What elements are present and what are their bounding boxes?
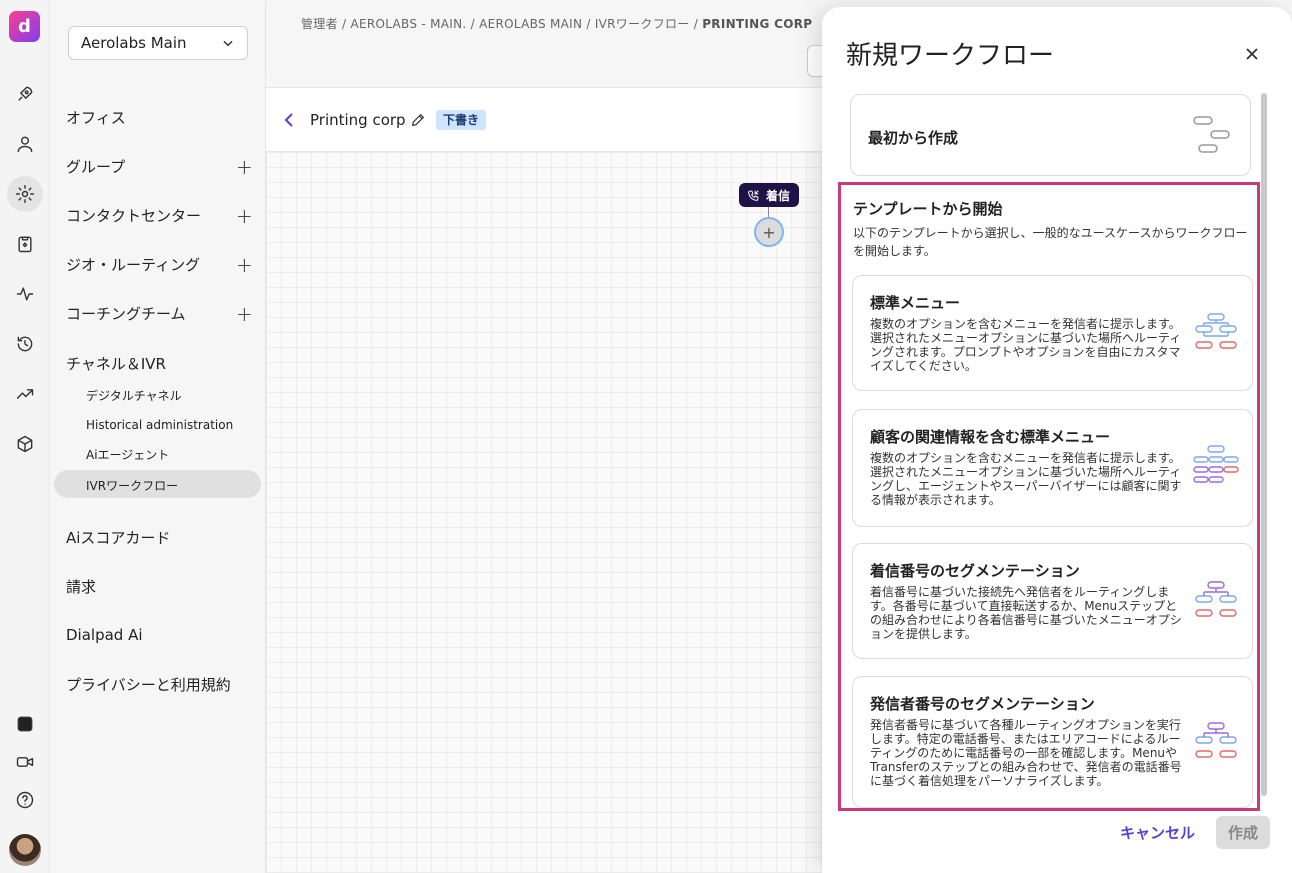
template-title: 顧客の関連情報を含む標準メニュー (870, 428, 1111, 446)
sidebar-item-groups[interactable]: グループ + (66, 155, 256, 179)
sidebar-item-dialpad-ai[interactable]: Dialpad Ai (66, 626, 256, 644)
user-avatar[interactable] (9, 834, 41, 866)
template-title: 着信番号のセグメンテーション (870, 562, 1080, 580)
segmentation-tree-icon (1195, 581, 1237, 617)
sidebar-subitem-digital-channels[interactable]: デジタルチャネル (86, 387, 182, 404)
status-badge: 下書き (436, 110, 487, 130)
template-card-dnis-segmentation[interactable]: 着信番号のセグメンテーション 着信番号に基づいた接続先へ発信者をルーティングしま… (852, 543, 1253, 659)
scratch-label: 最初から作成 (868, 129, 959, 147)
sidebar-subitem-ai-agent[interactable]: Aiエージェント (86, 446, 169, 463)
sidebar-subitem-historical-admin[interactable]: Historical administration (86, 418, 233, 432)
new-workflow-panel: 新規ワークフロー 最初から作成 テンプレートから開始 以下のテンプレートから選択… (822, 7, 1292, 873)
sidebar-item-office[interactable]: オフィス (66, 107, 256, 128)
breadcrumb-current: PRINTING CORP (702, 17, 813, 31)
template-section-desc: 以下のテンプレートから選択し、一般的なユースケースからワークフローを開始します。 (853, 226, 1248, 258)
sidebar-item-ai-scorecard[interactable]: Aiスコアカード (66, 527, 256, 548)
dialpad-ai-icon[interactable] (7, 706, 43, 742)
menu-tree-icon (1195, 313, 1237, 349)
sidebar-item-privacy[interactable]: プライバシーと利用規約 (66, 674, 256, 695)
add-coaching-team-icon[interactable]: + (236, 302, 253, 326)
customer-menu-tree-icon (1193, 445, 1239, 483)
incoming-node-label: 着信 (766, 188, 791, 203)
sidebar-item-channels-ivr[interactable]: チャネル＆IVR (66, 353, 256, 374)
create-button[interactable]: 作成 (1216, 816, 1270, 849)
rocket-icon[interactable] (7, 76, 43, 112)
template-desc: 発信者番号に基づいて各種ルーティングオプションを実行します。特定の電話番号、また… (870, 718, 1182, 788)
add-contact-center-icon[interactable]: + (236, 204, 253, 228)
cube-icon[interactable] (7, 426, 43, 462)
panel-title: 新規ワークフロー (846, 41, 1055, 71)
header-divider (265, 10, 266, 74)
template-desc: 複数のオプションを含むメニューを発信者に提示します。選択されたメニューオプション… (870, 317, 1182, 373)
cancel-button[interactable]: キャンセル (1120, 822, 1195, 843)
caller-segmentation-tree-icon (1195, 722, 1237, 758)
add-group-icon[interactable]: + (236, 155, 253, 179)
template-title: 発信者番号のセグメンテーション (870, 695, 1095, 713)
org-selector[interactable]: Aerolabs Main (68, 26, 248, 60)
edit-pencil-icon[interactable] (410, 112, 426, 128)
template-card-standard-menu[interactable]: 標準メニュー 複数のオプションを含むメニューを発信者に提示します。選択されたメニ… (852, 275, 1253, 391)
template-desc: 複数のオプションを含むメニューを発信者に提示します。選択されたメニューオプション… (870, 451, 1182, 507)
back-chevron-icon[interactable] (282, 110, 296, 130)
help-icon[interactable] (7, 782, 43, 818)
dialpad-logo-icon[interactable]: d (9, 11, 40, 42)
history-icon[interactable] (7, 326, 43, 362)
plus-icon: + (762, 222, 776, 242)
template-card-ani-segmentation[interactable]: 発信者番号のセグメンテーション 発信者番号に基づいて各種ルーティングオプションを… (852, 676, 1253, 808)
close-icon[interactable] (1243, 45, 1261, 63)
trending-up-icon[interactable] (7, 376, 43, 412)
settings-gear-icon[interactable] (7, 176, 43, 212)
template-title: 標準メニュー (870, 294, 961, 312)
add-geo-routing-icon[interactable]: + (236, 253, 253, 277)
template-desc: 着信番号に基づいた接続先へ発信者をルーティングします。各番号に基づいて直接転送す… (870, 585, 1182, 641)
sidebar-item-billing[interactable]: 請求 (66, 576, 256, 597)
clipboard-sparkle-icon[interactable] (7, 226, 43, 262)
incoming-call-node[interactable]: 着信 (739, 183, 800, 207)
user-icon[interactable] (7, 126, 43, 162)
sidebar-item-coaching-team[interactable]: コーチングチーム + (66, 302, 256, 326)
template-card-menu-with-customer-info[interactable]: 顧客の関連情報を含む標準メニュー 複数のオプションを含むメニューを発信者に提示し… (852, 409, 1253, 527)
settings-sidebar: Aerolabs Main オフィス グループ + コンタクトセンター + ジオ・ル… (50, 0, 266, 873)
panel-scrollbar[interactable] (1261, 93, 1267, 796)
sidebar-subitem-ivr-workflow[interactable]: IVRワークフロー (86, 477, 178, 494)
add-step-button[interactable]: + (754, 217, 784, 247)
left-rail: d (0, 0, 50, 873)
chevron-down-icon (223, 40, 233, 47)
sidebar-item-geo-routing[interactable]: ジオ・ルーティング + (66, 253, 256, 277)
breadcrumb[interactable]: 管理者 / AEROLABS - MAIN. / AEROLABS MAIN /… (301, 15, 812, 32)
blank-flow-icon (1193, 116, 1230, 153)
workflow-name: Printing corp (310, 111, 406, 129)
activity-pulse-icon[interactable] (7, 276, 43, 312)
template-section: テンプレートから開始 以下のテンプレートから選択し、一般的なユースケースからワー… (838, 182, 1260, 811)
phone-incoming-icon (748, 189, 759, 201)
template-section-title: テンプレートから開始 (853, 200, 1003, 218)
org-selector-label: Aerolabs Main (81, 34, 187, 52)
create-from-scratch-card[interactable]: 最初から作成 (850, 94, 1251, 176)
sidebar-item-contact-center[interactable]: コンタクトセンター + (66, 204, 256, 228)
video-icon[interactable] (7, 744, 43, 780)
